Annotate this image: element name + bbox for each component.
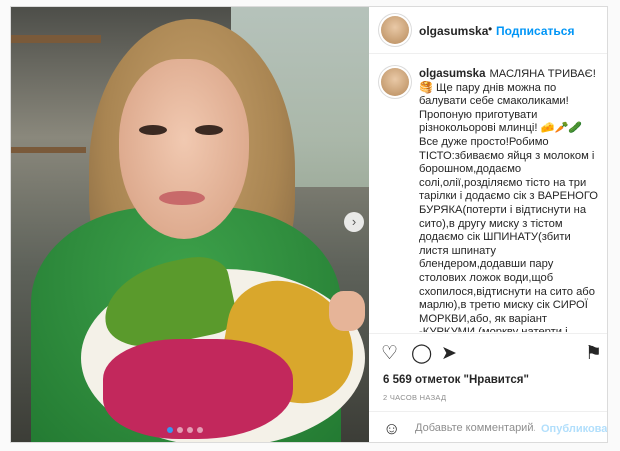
photo-shelf — [11, 35, 101, 43]
photo-shelf — [11, 147, 86, 153]
bookmark-icon[interactable]: ⚑ — [585, 344, 602, 364]
post-sidebar: olgasumska • Подписаться olgasumska МАСЛЯ… — [369, 7, 607, 442]
post-time[interactable]: 2 ЧАСОВ НАЗАД — [383, 393, 446, 402]
share-icon[interactable]: ➤ — [441, 344, 457, 364]
likes-count[interactable]: 6 569 отметок "Нравится" — [383, 374, 529, 386]
post-photo[interactable]: › — [11, 7, 369, 442]
carousel-dot-active — [167, 427, 173, 433]
photo-hand — [329, 291, 365, 331]
comment-input[interactable] — [413, 421, 537, 435]
caption-section: olgasumska МАСЛЯНА ТРИВАЄ!🥞 Ще пару днів … — [369, 54, 607, 332]
carousel-dot — [187, 427, 193, 433]
instagram-post: › olgasumska • Подписаться olgasumska МАС… — [10, 6, 608, 443]
avatar[interactable] — [381, 68, 409, 96]
comment-bar: ☺ Опубликовать — [369, 411, 607, 442]
caption-body: МАСЛЯНА ТРИВАЄ!🥞 Ще пару днів можна по б… — [419, 68, 598, 332]
carousel-dot — [177, 427, 183, 433]
publish-button[interactable]: Опубликовать — [541, 423, 607, 435]
heart-icon[interactable]: ♡ — [381, 344, 398, 364]
action-bar: ♡ ◯ ➤ ⚑ 6 569 отметок "Нравится" 2 ЧАСОВ… — [369, 333, 607, 442]
photo-lips — [159, 191, 205, 205]
header-separator: • — [488, 22, 493, 36]
caption-text: olgasumska МАСЛЯНА ТРИВАЄ!🥞 Ще пару днів … — [419, 68, 599, 332]
smile-icon[interactable]: ☺ — [383, 419, 400, 439]
comment-icon[interactable]: ◯ — [411, 344, 432, 364]
follow-button[interactable]: Подписаться — [496, 24, 574, 38]
photo-face — [119, 59, 249, 239]
photo-pink-crepe — [103, 339, 293, 439]
chevron-right-icon[interactable]: › — [344, 212, 364, 232]
carousel-dot — [197, 427, 203, 433]
carousel-dots — [167, 427, 203, 433]
photo-eye — [139, 125, 167, 135]
avatar[interactable] — [381, 16, 409, 44]
username-link[interactable]: olgasumska — [419, 24, 488, 38]
post-header: olgasumska • Подписаться — [369, 7, 607, 54]
photo-eye — [195, 125, 223, 135]
caption-username[interactable]: olgasumska — [419, 68, 485, 80]
